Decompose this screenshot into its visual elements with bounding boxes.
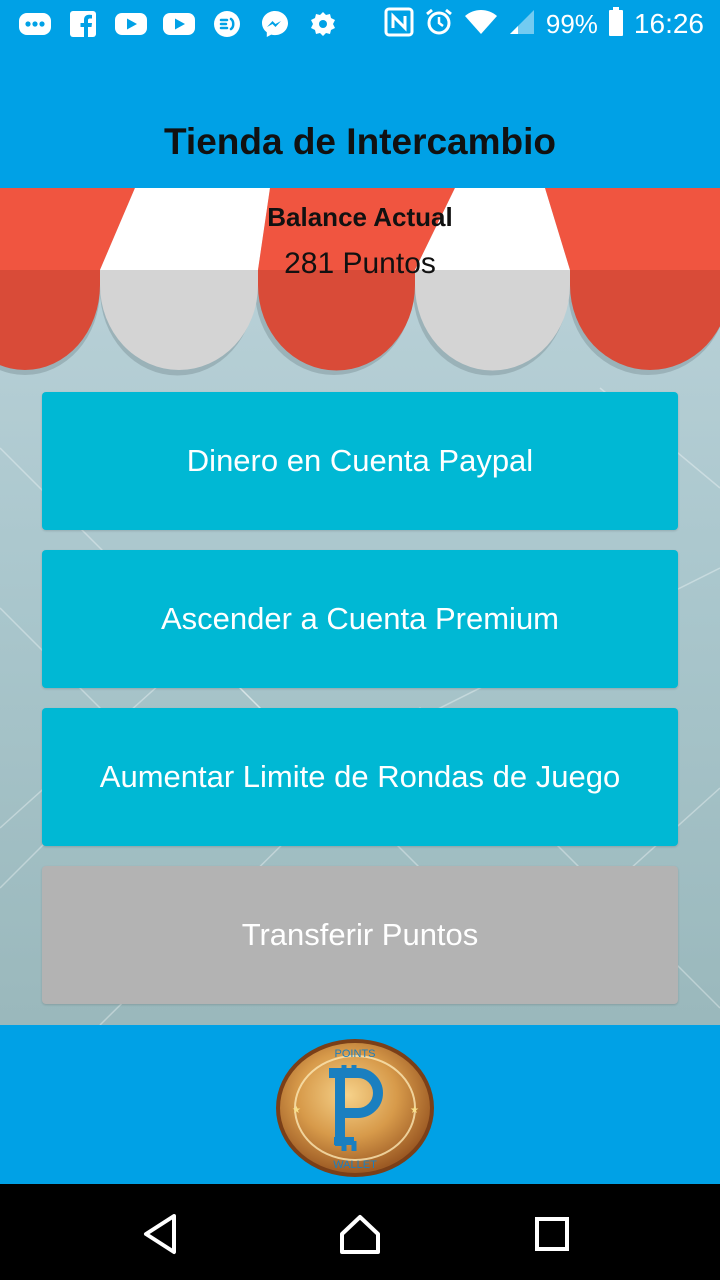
app-bar: Tienda de Intercambio <box>0 48 720 188</box>
facebook-icon <box>66 8 100 40</box>
messenger-icon <box>258 8 292 40</box>
back-icon[interactable] <box>136 1210 184 1258</box>
balance-section: Balance Actual 281 Puntos <box>0 202 720 281</box>
chat-icon <box>210 8 244 40</box>
star-icon: ★ <box>292 1105 301 1116</box>
notification-icons <box>18 8 340 40</box>
page-title: Tienda de Intercambio <box>163 121 557 162</box>
navigation-bar <box>0 1184 720 1280</box>
clock: 16:26 <box>633 8 704 39</box>
system-icons: 99% 16:26 <box>384 6 704 42</box>
gear-icon <box>306 8 340 40</box>
points-wallet-logo: POINTS WALLET ★ ★ <box>276 1039 434 1177</box>
footer: POINTS WALLET ★ ★ <box>0 1025 720 1184</box>
battery-icon <box>608 6 624 42</box>
alarm-icon <box>424 7 454 42</box>
logo-bottom-text: WALLET <box>333 1159 377 1171</box>
recents-icon[interactable] <box>528 1210 576 1258</box>
youtube-icon <box>162 8 196 40</box>
star-icon: ★ <box>410 1105 419 1116</box>
wifi-icon <box>464 8 498 41</box>
more-icon <box>18 8 52 40</box>
nfc-icon <box>384 7 414 42</box>
increase-rounds-button[interactable]: Aumentar Limite de Rondas de Juego <box>42 708 678 846</box>
transfer-points-button[interactable]: Transferir Puntos <box>42 866 678 1004</box>
paypal-cash-button[interactable]: Dinero en Cuenta Paypal <box>42 392 678 530</box>
youtube-icon <box>114 8 148 40</box>
status-bar: 99% 16:26 <box>0 0 720 48</box>
home-icon[interactable] <box>336 1210 384 1258</box>
balance-value: 281 Puntos <box>284 247 436 280</box>
signal-icon <box>508 8 536 41</box>
balance-title: Balance Actual <box>267 202 453 232</box>
premium-upgrade-button[interactable]: Ascender a Cuenta Premium <box>42 550 678 688</box>
battery-percent: 99% <box>545 8 598 39</box>
store-content: Balance Actual 281 Puntos Dinero en Cuen… <box>0 188 720 1025</box>
logo-top-text: POINTS <box>335 1048 376 1060</box>
